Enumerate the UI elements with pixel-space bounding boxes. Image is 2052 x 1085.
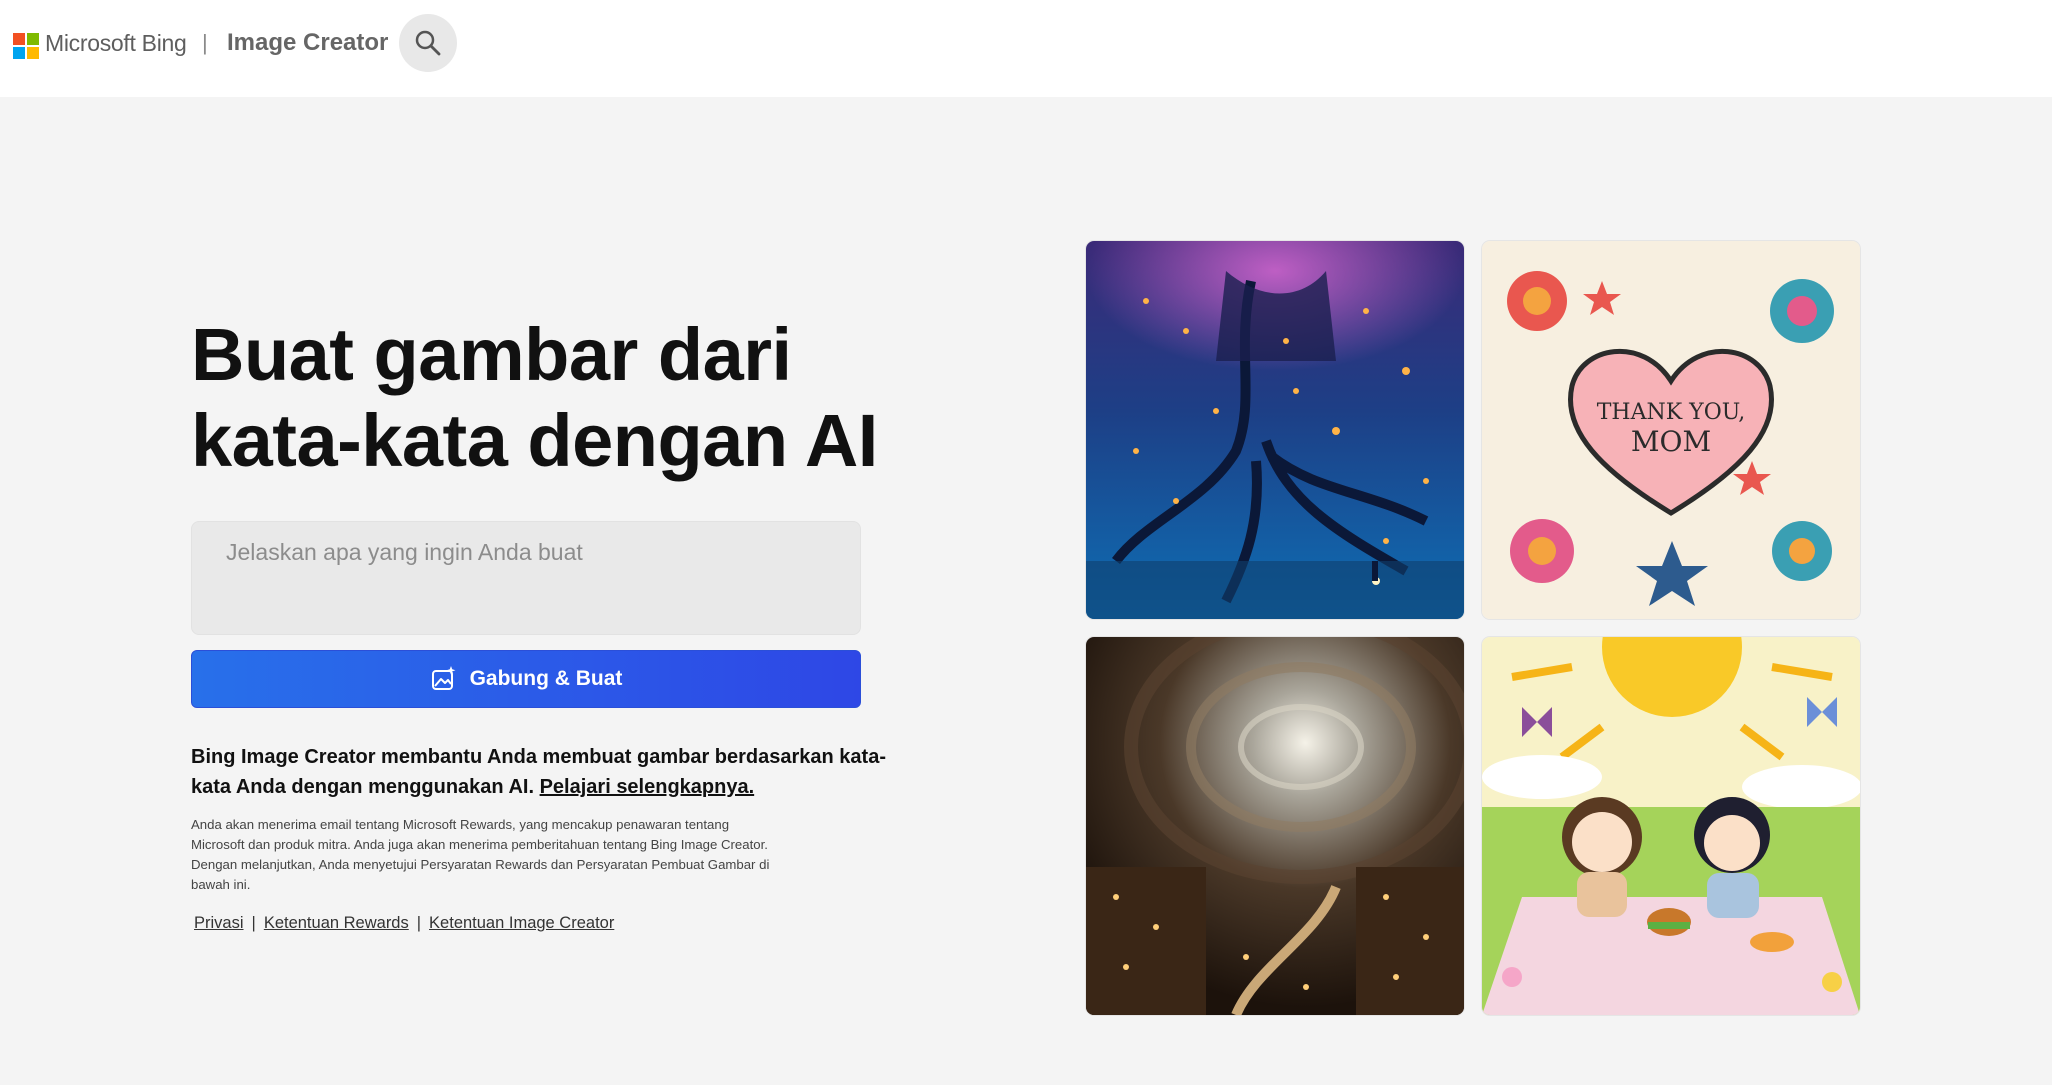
- image-creator-terms-link[interactable]: Ketentuan Image Creator: [429, 914, 614, 933]
- privacy-link[interactable]: Privasi: [194, 914, 244, 933]
- card-text-line1: THANK YOU,: [1597, 400, 1746, 425]
- footer-links: Privasi | Ketentuan Rewards | Ketentuan …: [194, 914, 614, 933]
- description: Bing Image Creator membantu Anda membuat…: [191, 742, 891, 802]
- microsoft-logo-icon[interactable]: [13, 33, 39, 59]
- link-divider: |: [416, 914, 422, 932]
- gallery-image-library-vortex[interactable]: [1086, 637, 1464, 1015]
- hero-title: Buat gambar dari kata-kata dengan AI: [191, 312, 911, 484]
- rewards-terms-link[interactable]: Ketentuan Rewards: [264, 914, 409, 933]
- hero-title-line2: kata-kata dengan AI: [191, 399, 878, 482]
- description-text: Bing Image Creator membantu Anda membuat…: [191, 746, 886, 798]
- top-header: Microsoft Bing | Image Creator: [0, 0, 2052, 97]
- gallery-image-picnic-couple[interactable]: [1482, 637, 1860, 1015]
- link-divider: |: [251, 914, 256, 932]
- gallery-image-lantern-tree[interactable]: [1086, 241, 1464, 619]
- card-text-line2: MOM: [1631, 425, 1711, 458]
- search-button[interactable]: [399, 14, 457, 72]
- brand-name[interactable]: Microsoft Bing: [45, 30, 187, 57]
- header-separator: |: [202, 30, 208, 55]
- fine-print: Anda akan menerima email tentang Microso…: [191, 817, 770, 892]
- join-and-create-button[interactable]: Gabung & Buat: [191, 650, 861, 708]
- image-sparkle-icon: [431, 666, 456, 690]
- prompt-input[interactable]: [191, 521, 861, 635]
- gallery-image-thank-you-mom[interactable]: THANK YOU, MOM: [1482, 241, 1860, 619]
- app-title[interactable]: Image Creator: [227, 29, 388, 57]
- hero-title-line1: Buat gambar dari: [191, 313, 792, 396]
- join-button-label: Gabung & Buat: [469, 667, 623, 690]
- learn-more-link[interactable]: Pelajari selengkapnya.: [540, 776, 755, 798]
- search-icon: [415, 30, 441, 56]
